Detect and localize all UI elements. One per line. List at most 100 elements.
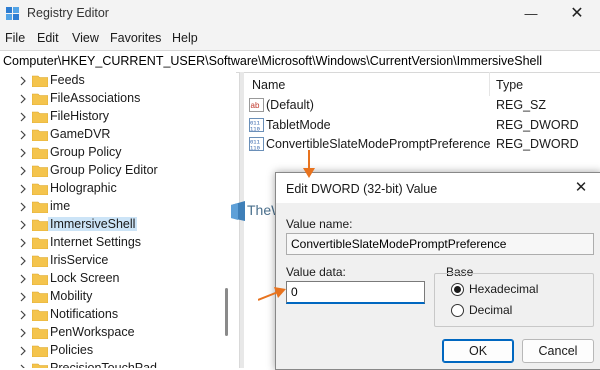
menu-edit[interactable]: Edit <box>37 31 59 45</box>
value-data-label: Value data: <box>286 265 346 279</box>
chevron-right-icon[interactable] <box>19 309 27 321</box>
menu-view[interactable]: View <box>72 31 99 45</box>
tree-item[interactable]: ime <box>0 198 236 216</box>
tree-item-label: Internet Settings <box>50 235 142 249</box>
registry-editor-icon <box>6 7 19 20</box>
column-divider[interactable] <box>489 72 490 96</box>
decimal-radio[interactable] <box>451 304 464 317</box>
tree-item[interactable]: IrisService <box>0 252 236 270</box>
tree-item[interactable]: GameDVR <box>0 126 236 144</box>
chevron-right-icon[interactable] <box>19 129 27 141</box>
minimize-icon[interactable]: — <box>508 0 554 28</box>
folder-icon <box>32 75 48 87</box>
folder-icon <box>32 219 48 231</box>
value-name-field[interactable]: ConvertibleSlateModePromptPreference <box>286 233 594 255</box>
list-header: Name Type <box>244 72 600 96</box>
folder-icon <box>32 201 48 213</box>
folder-icon <box>32 237 48 249</box>
tree-item[interactable]: FileAssociations <box>0 90 236 108</box>
list-item[interactable]: 011 110 ConvertibleSlateModePromptPreferen… <box>244 135 600 154</box>
list-item[interactable]: 011 110 TabletMode REG_DWORD <box>244 116 600 135</box>
tree-item[interactable]: Notifications <box>0 306 236 324</box>
value-name: TabletMode <box>266 117 331 132</box>
tree-item[interactable]: ImmersiveShell <box>0 216 236 234</box>
menu-help[interactable]: Help <box>172 31 198 45</box>
value-name: ConvertibleSlateModePromptPreference <box>266 137 491 151</box>
chevron-right-icon[interactable] <box>19 345 27 357</box>
dialog-close-icon[interactable]: ✕ <box>561 173 600 203</box>
menu-favorites[interactable]: Favorites <box>110 31 161 45</box>
edit-dword-dialog: Edit DWORD (32-bit) Value ✕ Value name: … <box>275 172 600 370</box>
folder-icon <box>32 147 48 159</box>
chevron-right-icon[interactable] <box>19 111 27 123</box>
folder-icon <box>32 327 48 339</box>
close-icon[interactable]: ✕ <box>554 0 600 28</box>
hexadecimal-radio[interactable] <box>451 283 464 296</box>
thewindowsclub-logo-icon <box>231 201 245 221</box>
tree-item[interactable]: Group Policy <box>0 144 236 162</box>
folder-icon <box>32 111 48 123</box>
tree-item[interactable]: Internet Settings <box>0 234 236 252</box>
dialog-title-bar: Edit DWORD (32-bit) Value ✕ <box>276 173 600 203</box>
decimal-label[interactable]: Decimal <box>469 303 512 317</box>
cancel-button[interactable]: Cancel <box>522 339 594 363</box>
tree-scrollbar[interactable] <box>225 288 228 336</box>
down-arrow-annotation-icon <box>303 150 315 178</box>
tree-item[interactable]: PenWorkspace <box>0 324 236 342</box>
tree-item-label: FileHistory <box>50 109 110 123</box>
tree-item-label: IrisService <box>50 253 109 267</box>
folder-icon <box>32 183 48 195</box>
chevron-right-icon[interactable] <box>19 93 27 105</box>
tree-item[interactable]: Lock Screen <box>0 270 236 288</box>
folder-icon <box>32 129 48 141</box>
folder-icon <box>32 273 48 285</box>
folder-icon <box>32 93 48 105</box>
ok-button[interactable]: OK <box>442 339 514 363</box>
menu-file[interactable]: File <box>5 31 25 45</box>
column-type-header[interactable]: Type <box>496 78 523 92</box>
svg-text:110: 110 <box>250 145 260 152</box>
svg-text:110: 110 <box>250 125 260 132</box>
chevron-right-icon[interactable] <box>19 165 27 177</box>
folder-icon <box>32 291 48 303</box>
folder-icon <box>32 363 48 368</box>
chevron-right-icon[interactable] <box>19 183 27 195</box>
dword-value-icon: 011110 <box>249 117 264 132</box>
tree-item-label: Mobility <box>50 289 93 303</box>
tree-item-label: GameDVR <box>50 127 111 141</box>
tree-item[interactable]: Mobility <box>0 288 236 306</box>
chevron-right-icon[interactable] <box>19 327 27 339</box>
chevron-right-icon[interactable] <box>19 237 27 249</box>
value-data-input[interactable]: 0 <box>286 281 425 304</box>
value-type: REG_SZ <box>496 98 547 112</box>
tree-item[interactable]: Holographic <box>0 180 236 198</box>
list-item[interactable]: ab (Default) REG_SZ <box>244 96 600 115</box>
tree-item[interactable]: Policies <box>0 342 236 360</box>
hexadecimal-label[interactable]: Hexadecimal <box>469 282 538 296</box>
tree-item[interactable]: PrecisionTouchPad <box>0 360 236 368</box>
tree-item[interactable]: Feeds <box>0 72 236 90</box>
tree-item[interactable]: FileHistory <box>0 108 236 126</box>
value-type: REG_DWORD <box>496 137 579 151</box>
chevron-right-icon[interactable] <box>19 363 27 368</box>
title-bar: Registry Editor — ✕ <box>0 0 600 28</box>
chevron-right-icon[interactable] <box>19 75 27 87</box>
tree-item-label: Group Policy <box>50 145 122 159</box>
address-path[interactable]: Computer\HKEY_CURRENT_USER\Software\Micr… <box>3 54 542 68</box>
chevron-right-icon[interactable] <box>19 201 27 213</box>
dword-value-icon: 011110 <box>249 137 264 151</box>
chevron-right-icon[interactable] <box>19 273 27 285</box>
chevron-right-icon[interactable] <box>19 255 27 267</box>
chevron-right-icon[interactable] <box>19 291 27 303</box>
tree-item-label: Feeds <box>50 73 85 87</box>
chevron-right-icon[interactable] <box>19 219 27 231</box>
address-bar[interactable]: Computer\HKEY_CURRENT_USER\Software\Micr… <box>0 50 600 73</box>
chevron-right-icon[interactable] <box>19 147 27 159</box>
tree-item[interactable]: Group Policy Editor <box>0 162 236 180</box>
value-name: (Default) <box>266 98 314 112</box>
value-name-label: Value name: <box>286 217 353 231</box>
column-name-header[interactable]: Name <box>252 78 285 92</box>
tree-item-label: FileAssociations <box>50 91 141 105</box>
right-arrow-annotation-icon <box>258 287 286 301</box>
value-name-text: ConvertibleSlateModePromptPreference <box>291 237 507 251</box>
